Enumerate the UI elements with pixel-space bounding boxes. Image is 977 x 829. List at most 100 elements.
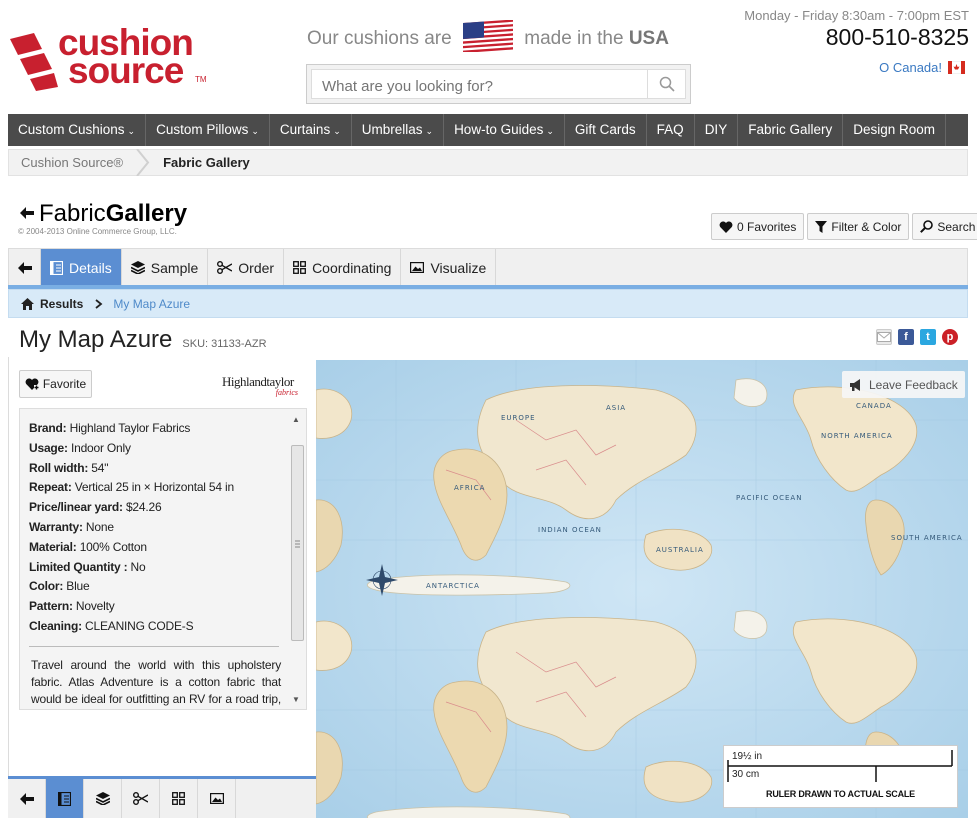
bottom-tab-bar bbox=[8, 776, 316, 818]
spec-row: Repeat: Vertical 25 in × Horizontal 54 i… bbox=[29, 478, 289, 498]
grid-icon bbox=[172, 792, 185, 805]
spec-value: $24.26 bbox=[125, 500, 162, 515]
product-name: My Map Azure bbox=[19, 326, 173, 353]
gallery-search-label: Search bbox=[937, 219, 976, 234]
email-share-icon[interactable] bbox=[876, 329, 892, 345]
image-icon bbox=[209, 793, 224, 804]
tab-coordinating[interactable]: Coordinating bbox=[284, 249, 402, 286]
ruler-note: RULER DRAWN TO ACTUAL SCALE bbox=[766, 789, 915, 799]
chevron-down-icon: ⌄ bbox=[546, 126, 554, 136]
bottom-tab-details[interactable] bbox=[46, 779, 84, 818]
spec-key: Color: bbox=[29, 579, 64, 594]
tab-back[interactable] bbox=[9, 249, 41, 286]
bottom-tab-visualize[interactable] bbox=[198, 779, 236, 818]
nav-item-fabric-gallery[interactable]: Fabric Gallery bbox=[738, 114, 844, 146]
phone-number[interactable]: 800-510-8325 bbox=[826, 24, 969, 51]
leave-feedback-button[interactable]: Leave Feedback bbox=[842, 371, 965, 398]
spec-row: Brand: Highland Taylor Fabrics bbox=[29, 419, 289, 439]
tab-details[interactable]: Details bbox=[41, 249, 122, 286]
twitter-share-icon[interactable]: t bbox=[920, 329, 936, 345]
chevron-right-icon bbox=[95, 298, 103, 309]
filter-icon bbox=[815, 220, 828, 233]
filter-color-label: Filter & Color bbox=[831, 219, 902, 234]
nav-item-label: Gift Cards bbox=[574, 122, 636, 137]
map-label-indian-ocean: INDIAN OCEAN bbox=[538, 526, 602, 534]
favorite-button[interactable]: Favorite bbox=[19, 370, 92, 398]
scroll-track bbox=[291, 427, 304, 691]
spec-value: None bbox=[85, 519, 114, 534]
map-label-europe: EUROPE bbox=[501, 414, 536, 422]
scroll-thumb[interactable] bbox=[291, 445, 304, 641]
megaphone-icon bbox=[850, 378, 860, 391]
nav-item-gift-cards[interactable]: Gift Cards bbox=[565, 114, 647, 146]
specs-scrollbar[interactable]: ▲ ▼ bbox=[290, 413, 304, 707]
results-link[interactable]: Results bbox=[40, 297, 83, 311]
nav-item-diy[interactable]: DIY bbox=[695, 114, 739, 146]
nav-item-faq[interactable]: FAQ bbox=[647, 114, 695, 146]
map-label-antarctica: ANTARCTICA bbox=[426, 582, 480, 590]
nav-item-umbrellas[interactable]: Umbrellas ⌄ bbox=[352, 114, 445, 146]
specs-divider bbox=[29, 646, 279, 647]
spec-key: Limited Quantity : bbox=[29, 559, 128, 574]
tab-order[interactable]: Order bbox=[208, 249, 285, 286]
grid-icon bbox=[293, 261, 307, 274]
cushion-source-logo[interactable]: cushion source TM bbox=[8, 24, 208, 95]
scroll-up-icon[interactable]: ▲ bbox=[292, 415, 300, 424]
nav-item-how-to-guides[interactable]: How-to Guides ⌄ bbox=[444, 114, 565, 146]
search-input[interactable] bbox=[322, 72, 652, 100]
bottom-tab-order[interactable] bbox=[122, 779, 160, 818]
nav-item-label: FAQ bbox=[656, 122, 684, 137]
filter-color-button[interactable]: Filter & Color bbox=[807, 213, 910, 240]
scale-ruler: 19½ in 30 cm RULER DRAWN TO ACTUAL SCALE bbox=[723, 745, 958, 808]
nav-item-label: Curtains bbox=[279, 122, 331, 137]
canada-flag-icon bbox=[948, 61, 965, 74]
facebook-share-icon[interactable]: f bbox=[898, 329, 914, 345]
spec-value: Novelty bbox=[75, 599, 115, 614]
nav-item-design-room[interactable]: Design Room bbox=[843, 114, 947, 146]
spec-key: Pattern: bbox=[29, 599, 73, 614]
breadcrumb-home[interactable]: Cushion Source® bbox=[9, 155, 135, 170]
magnifier-icon bbox=[920, 220, 934, 233]
search-button[interactable] bbox=[647, 70, 685, 98]
scroll-down-icon[interactable]: ▼ bbox=[292, 695, 300, 704]
nav-item-custom-cushions[interactable]: Custom Cushions ⌄ bbox=[8, 114, 147, 146]
home-icon bbox=[21, 297, 34, 310]
logo-word-source: source bbox=[68, 50, 184, 91]
spec-value: CLEANING CODE-S bbox=[85, 618, 194, 633]
nav-item-curtains[interactable]: Curtains ⌄ bbox=[270, 114, 352, 146]
spec-value: Indoor Only bbox=[70, 440, 131, 455]
specs-box[interactable]: Brand: Highland Taylor Fabrics Usage: Ind… bbox=[19, 408, 307, 710]
tab-visualize[interactable]: Visualize bbox=[401, 249, 497, 286]
map-label-asia: ASIA bbox=[606, 404, 626, 412]
gallery-title-light: Fabric bbox=[39, 200, 106, 227]
gallery-search-button[interactable]: Search bbox=[912, 213, 977, 240]
scissors-icon bbox=[217, 261, 233, 274]
nav-item-label: How-to Guides bbox=[454, 122, 544, 137]
leave-feedback-label: Leave Feedback bbox=[869, 377, 958, 392]
spec-value: 54" bbox=[91, 460, 109, 475]
bottom-tab-sample[interactable] bbox=[84, 779, 122, 818]
spec-key: Warranty: bbox=[29, 519, 83, 534]
breadcrumb-current: Fabric Gallery bbox=[163, 155, 250, 170]
bottom-tab-back[interactable] bbox=[8, 779, 46, 818]
spec-row: Color: Blue bbox=[29, 577, 289, 597]
canada-link[interactable]: O Canada! bbox=[879, 60, 965, 75]
results-current-item: My Map Azure bbox=[113, 296, 191, 311]
map-label-australia: AUSTRALIA bbox=[656, 546, 704, 554]
business-hours: Monday - Friday 8:30am - 7:00pm EST bbox=[744, 8, 969, 23]
tagline-usa: USA bbox=[628, 28, 669, 50]
detail-tabs: Details Sample Order Coordinating Visual… bbox=[8, 248, 968, 286]
spec-value: No bbox=[130, 559, 146, 574]
favorites-button[interactable]: 0 Favorites bbox=[711, 213, 805, 240]
spec-key: Price/linear yard: bbox=[29, 500, 123, 515]
nav-item-custom-pillows[interactable]: Custom Pillows ⌄ bbox=[146, 114, 270, 146]
book-icon bbox=[58, 791, 71, 806]
tab-coordinating-label: Coordinating bbox=[312, 259, 392, 276]
tab-sample[interactable]: Sample bbox=[122, 249, 209, 286]
bottom-tab-coordinating[interactable] bbox=[160, 779, 198, 818]
gallery-title[interactable]: Fabric Gallery bbox=[20, 200, 187, 228]
site-search bbox=[306, 64, 691, 104]
pinterest-share-icon[interactable]: p bbox=[942, 329, 958, 345]
spec-value: 100% Cotton bbox=[79, 539, 147, 554]
brand-logo-sub: fabrics bbox=[275, 388, 298, 397]
